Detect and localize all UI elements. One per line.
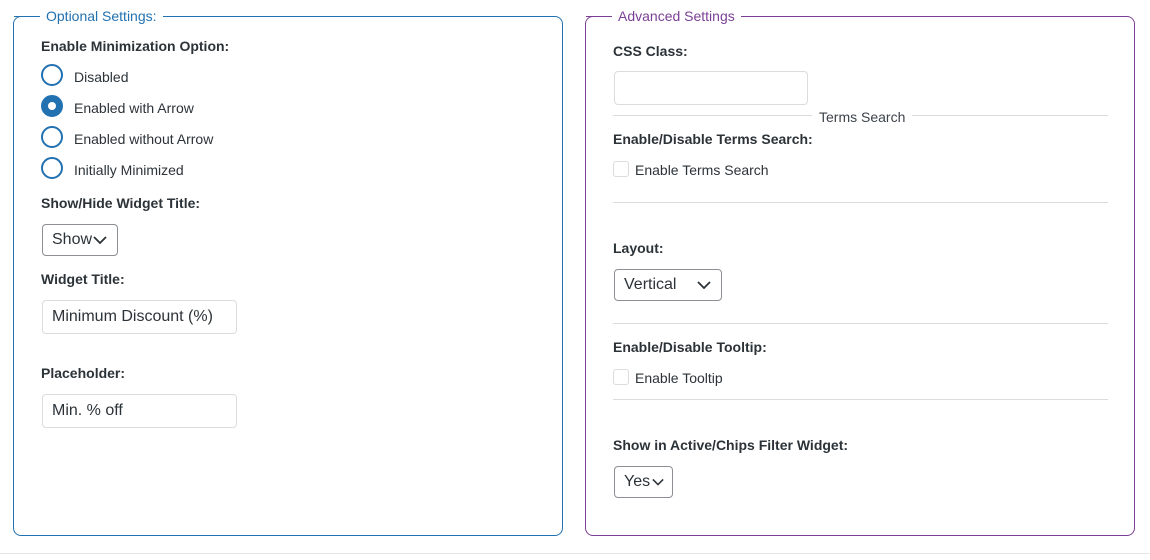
tooltip-checkbox-label: Enable Tooltip bbox=[635, 370, 723, 386]
advanced-settings-legend: Advanced Settings bbox=[586, 8, 741, 24]
radio-initially-minimized[interactable] bbox=[41, 157, 63, 179]
radio-option-initially-minimized[interactable]: Initially Minimized bbox=[41, 157, 341, 185]
terms-search-checkbox-label: Enable Terms Search bbox=[635, 162, 769, 178]
tooltip-label: Enable/Disable Tooltip: bbox=[613, 339, 767, 355]
radio-disabled[interactable] bbox=[41, 64, 63, 86]
bottom-divider bbox=[0, 553, 1150, 554]
optional-settings-panel: Optional Settings: Enable Minimization O… bbox=[13, 8, 563, 536]
section-divider bbox=[613, 323, 1108, 324]
layout-value: Vertical bbox=[624, 276, 677, 293]
title-visibility-value: Show bbox=[52, 231, 93, 248]
radio-label-disabled: Disabled bbox=[74, 69, 129, 85]
radio-option-enabled-without-arrow[interactable]: Enabled without Arrow bbox=[41, 126, 341, 154]
title-visibility-label: Show/Hide Widget Title: bbox=[41, 195, 201, 211]
css-class-label: CSS Class: bbox=[613, 43, 688, 59]
title-visibility-select[interactable]: Show bbox=[42, 224, 118, 256]
chips-filter-select[interactable]: Yes bbox=[614, 466, 673, 498]
tooltip-checkbox[interactable] bbox=[613, 369, 629, 385]
chevron-down-icon bbox=[697, 281, 711, 289]
chips-filter-value: Yes bbox=[624, 473, 651, 490]
radio-label-initially-minimized: Initially Minimized bbox=[74, 162, 184, 178]
terms-search-divider-right bbox=[912, 115, 1108, 116]
radio-enabled-without-arrow[interactable] bbox=[41, 126, 63, 148]
radio-label-enabled-with-arrow: Enabled with Arrow bbox=[74, 100, 194, 116]
terms-search-option[interactable]: Enable Terms Search bbox=[613, 161, 853, 181]
widget-title-label: Widget Title: bbox=[41, 271, 125, 287]
terms-search-label: Enable/Disable Terms Search: bbox=[613, 131, 813, 147]
chips-filter-label: Show in Active/Chips Filter Widget: bbox=[613, 437, 849, 453]
placeholder-input[interactable] bbox=[42, 394, 237, 428]
chevron-down-icon bbox=[93, 236, 107, 244]
layout-label: Layout: bbox=[613, 240, 664, 256]
section-divider bbox=[613, 202, 1108, 203]
chevron-down-icon bbox=[652, 478, 664, 486]
placeholder-label: Placeholder: bbox=[41, 365, 126, 381]
advanced-settings-panel: Advanced Settings CSS Class: Terms Searc… bbox=[585, 8, 1135, 536]
radio-label-enabled-without-arrow: Enabled without Arrow bbox=[74, 131, 214, 147]
terms-search-checkbox[interactable] bbox=[613, 161, 629, 177]
radio-option-disabled[interactable]: Disabled bbox=[41, 64, 341, 92]
minimization-option-label: Enable Minimization Option: bbox=[41, 38, 230, 54]
radio-enabled-with-arrow[interactable] bbox=[41, 95, 63, 117]
layout-select[interactable]: Vertical bbox=[614, 269, 722, 301]
terms-search-divider-left bbox=[613, 115, 812, 116]
optional-settings-legend: Optional Settings: bbox=[14, 8, 163, 24]
tooltip-option[interactable]: Enable Tooltip bbox=[613, 369, 853, 389]
widget-title-input[interactable] bbox=[42, 300, 237, 334]
radio-option-enabled-with-arrow[interactable]: Enabled with Arrow bbox=[41, 95, 341, 123]
terms-search-divider-title: Terms Search bbox=[819, 109, 906, 125]
css-class-input[interactable] bbox=[614, 71, 808, 105]
section-divider bbox=[613, 399, 1108, 400]
